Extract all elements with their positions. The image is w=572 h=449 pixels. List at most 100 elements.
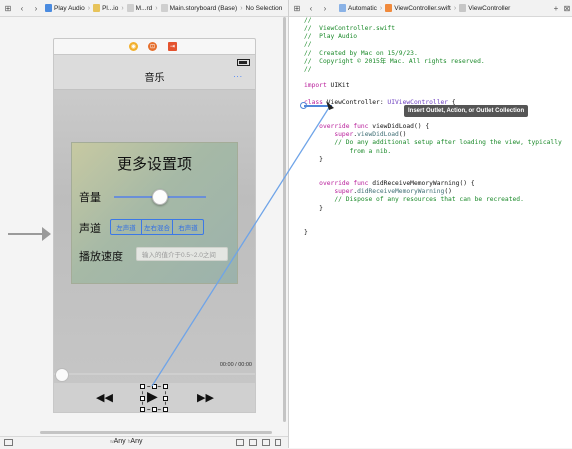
back-arrow-icon[interactable]: ‹	[305, 2, 317, 14]
resize-handle[interactable]	[163, 384, 168, 389]
exit-icon[interactable]: ⇥	[168, 42, 177, 51]
code-line[interactable]: //	[304, 66, 562, 74]
code-token: func	[353, 180, 369, 188]
code-token: // Copyright © 2015年 Mac. All rights res…	[304, 57, 485, 65]
panel-title: 更多设置项	[116, 156, 192, 173]
progress-track[interactable]	[54, 373, 255, 375]
code-line[interactable]: from a nib.	[304, 148, 562, 156]
segment-left-channel[interactable]: 左声道	[111, 220, 141, 234]
breadcrumb-folder[interactable]: Pl...io	[93, 4, 118, 12]
code-token: viewDidLoad() {	[368, 123, 430, 131]
code-line[interactable]	[304, 213, 562, 221]
scene-dock: ◉ ⊡ ⇥	[53, 38, 256, 55]
segment-mixed-channel[interactable]: 左右混合	[141, 220, 172, 234]
document-outline-icon[interactable]	[4, 439, 13, 446]
resize-handle[interactable]	[163, 407, 168, 412]
code-line[interactable]: import UIKit	[304, 82, 562, 90]
code-line[interactable]	[304, 164, 562, 172]
grid-icon[interactable]: ⊞	[291, 2, 303, 14]
resize-handle[interactable]	[140, 384, 145, 389]
code-line[interactable]: }	[304, 156, 562, 164]
code-line[interactable]: }	[304, 229, 562, 237]
code-line[interactable]	[304, 74, 562, 82]
resize-handle[interactable]	[140, 407, 145, 412]
code-line[interactable]	[304, 172, 562, 180]
code-line[interactable]: // Copyright © 2015年 Mac. All rights res…	[304, 58, 562, 66]
code-line[interactable]: //	[304, 41, 562, 49]
forward-arrow-icon[interactable]: ›	[319, 2, 331, 14]
code-line[interactable]: // Dispose of any resources that can be …	[304, 196, 562, 204]
breadcrumb-class[interactable]: ViewController	[459, 4, 510, 12]
forward-arrow-icon[interactable]: ›	[30, 2, 42, 14]
editor-gutter	[289, 17, 299, 448]
breadcrumb-separator: ›	[240, 4, 243, 12]
editor-scrollbar[interactable]	[567, 18, 570, 446]
breadcrumb-selection[interactable]: No Selection	[246, 5, 283, 12]
time-label: 00:00 / 00:00	[219, 362, 252, 368]
segment-right-channel[interactable]: 右声道	[172, 220, 203, 234]
view-controller-icon[interactable]: ◉	[129, 42, 138, 51]
channel-segmented-control[interactable]: 左声道 左右混合 右声道	[110, 219, 204, 235]
scrollbar-thumb[interactable]	[283, 17, 286, 422]
canvas-horizontal-scrollbar[interactable]	[40, 431, 272, 434]
breadcrumb-separator: ›	[87, 4, 91, 12]
code-line[interactable]: override func didReceiveMemoryWarning() …	[304, 180, 562, 188]
align-icon[interactable]	[249, 439, 257, 446]
source-code[interactable]: //// ViewController.swift// Play Audio//…	[304, 17, 562, 237]
view-controller-scene[interactable]: 音乐 ... 更多设置项 音量 声道 左声道 左右混合 右声道 播放速度 输入的…	[53, 54, 256, 413]
progress-thumb[interactable]	[55, 368, 69, 382]
breadcrumb-separator: ›	[155, 4, 158, 12]
code-token: //	[304, 17, 312, 24]
breadcrumb-storyboard-short[interactable]: M...rd	[126, 4, 152, 12]
code-line[interactable]: // Play Audio	[304, 33, 562, 41]
code-token: //	[304, 41, 312, 49]
code-line[interactable]: override func viewDidLoad() {	[304, 123, 562, 131]
selection-outline	[140, 384, 168, 412]
grid-icon[interactable]: ⊞	[2, 2, 14, 14]
insert-outlet-tooltip: Insert Outlet, Action, or Outlet Collect…	[404, 105, 529, 117]
code-token: super	[334, 188, 354, 196]
resolve-icon[interactable]	[275, 439, 281, 446]
resize-handle[interactable]	[152, 407, 157, 412]
swift-file-icon	[385, 4, 393, 12]
code-token: }	[304, 155, 323, 163]
speed-input[interactable]: 输入的值介于0.5~2.0之间	[136, 247, 228, 261]
code-line[interactable]: super.didReceiveMemoryWarning()	[304, 188, 562, 196]
resize-handle[interactable]	[152, 384, 157, 389]
back-arrow-icon[interactable]: ‹	[16, 2, 28, 14]
breadcrumb-storyboard[interactable]: Main.storyboard (Base)	[160, 4, 237, 12]
pin-icon[interactable]	[262, 439, 270, 446]
code-token: ()	[444, 188, 452, 196]
stack-icon[interactable]	[236, 439, 244, 446]
nav-more-button[interactable]: ...	[233, 70, 243, 79]
first-responder-icon[interactable]: ⊡	[148, 42, 157, 51]
code-editor[interactable]: //// ViewController.swift// Play Audio//…	[289, 17, 572, 448]
add-tab-icon[interactable]: ⊠	[561, 2, 572, 14]
breadcrumb-automatic[interactable]: Automatic	[339, 4, 377, 12]
code-line[interactable]: // Created by Mac on 15/9/23.	[304, 50, 562, 58]
breadcrumb-project[interactable]: Play Audio	[45, 4, 85, 12]
canvas-vertical-scrollbar[interactable]	[282, 17, 287, 432]
breadcrumb-separator: ›	[121, 4, 124, 12]
resize-handle[interactable]	[140, 396, 145, 401]
code-token: import	[304, 82, 327, 90]
code-line[interactable]: // Do any additional setup after loading…	[304, 139, 561, 147]
size-class-control[interactable]: wAny hAny	[110, 438, 142, 445]
code-line[interactable]	[304, 90, 562, 98]
assistant-icon	[339, 4, 346, 12]
code-token: viewDidLoad	[357, 131, 399, 139]
fast-forward-button[interactable]: ▶▶	[197, 391, 214, 404]
volume-slider-thumb[interactable]	[152, 189, 168, 205]
resize-handle[interactable]	[163, 396, 168, 401]
code-token: }	[304, 229, 308, 237]
code-line[interactable]: }	[304, 205, 562, 213]
breadcrumb-separator: ›	[379, 4, 383, 12]
code-line[interactable]	[304, 221, 562, 229]
breadcrumb-swift-file[interactable]: ViewController.swift	[385, 4, 451, 12]
code-line[interactable]: // ViewController.swift	[304, 25, 562, 33]
code-line[interactable]: //	[304, 17, 562, 25]
speed-label: 播放速度	[79, 251, 123, 263]
code-line[interactable]: super.viewDidLoad()	[304, 131, 562, 139]
rewind-button[interactable]: ◀◀	[96, 391, 113, 404]
